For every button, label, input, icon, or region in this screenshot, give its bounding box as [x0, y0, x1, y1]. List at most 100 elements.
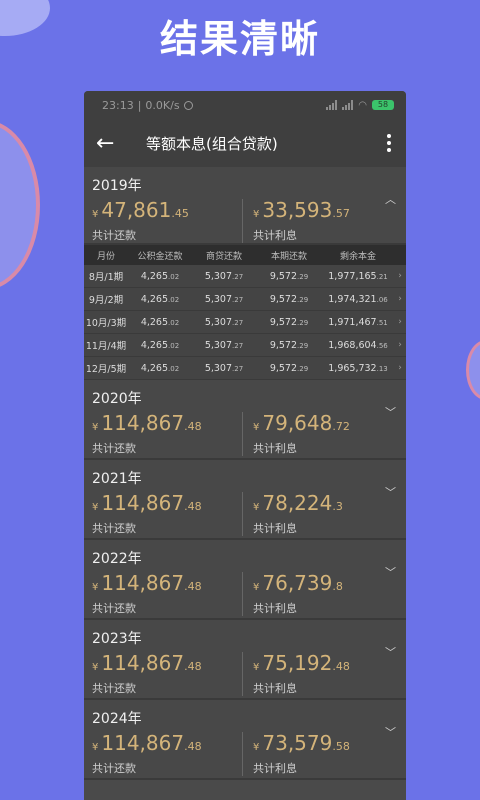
provident-fund-payment-integer: 4,265 [140, 362, 169, 374]
status-time: 23:13 [102, 98, 134, 112]
provident-fund-payment-integer: 4,265 [140, 316, 169, 328]
year-summary: ¥114,867.48 共计还款 ¥76,739.8 共计利息 [92, 572, 398, 616]
total-interest-amount: ¥79,648.72 [253, 412, 392, 439]
schedule-table-header: 月份 公积金还款 商贷还款 本期还款 剩余本金 [84, 245, 406, 265]
provident-fund-payment-decimal: .02 [168, 341, 180, 350]
period-payment: 9,572.29 [256, 271, 322, 282]
commercial-loan-payment-decimal: .27 [232, 341, 244, 350]
total-repayment-amount: ¥114,867.48 [92, 572, 242, 599]
total-repayment-label: 共计还款 [92, 442, 136, 455]
remaining-principal: 1,977,165.21 [322, 271, 394, 282]
remaining-principal-integer: 1,971,467 [328, 316, 377, 328]
year-card[interactable]: 2021年 ¥114,867.48 共计还款 ¥78,224.3 共计利息 ﹀ [84, 460, 406, 540]
provident-fund-payment: 4,265.02 [128, 294, 192, 305]
total-interest-amount: ¥73,579.58 [253, 732, 392, 759]
total-interest: ¥73,579.58 共计利息 [242, 732, 392, 776]
amount-integer: 114,867 [101, 491, 185, 515]
period-payment: 9,572.29 [256, 317, 322, 328]
total-interest-label: 共计利息 [253, 682, 297, 695]
period-payment-decimal: .29 [297, 364, 309, 373]
year-card[interactable]: 2023年 ¥114,867.48 共计还款 ¥75,192.48 共计利息 ﹀ [84, 620, 406, 700]
table-row[interactable]: 9月/2期 4,265.02 5,307.27 9,572.29 1,974,321.0… [84, 288, 406, 311]
currency-symbol: ¥ [92, 209, 99, 220]
total-repayment-amount: ¥114,867.48 [92, 412, 242, 439]
amount-decimal: .8 [332, 580, 343, 593]
total-interest-amount: ¥78,224.3 [253, 492, 392, 519]
period-payment-decimal: .29 [297, 295, 309, 304]
chevron-up-icon[interactable]: ︿ [385, 191, 396, 207]
commercial-loan-payment-integer: 5,307 [204, 293, 233, 305]
commercial-loan-payment: 5,307.27 [192, 271, 256, 282]
commercial-loan-payment-integer: 5,307 [204, 362, 233, 374]
total-repayment-label: 共计还款 [92, 682, 136, 695]
total-interest: ¥78,224.3 共计利息 [242, 492, 392, 536]
table-row[interactable]: 11月/4期 4,265.02 5,307.27 9,572.29 1,968,604.… [84, 334, 406, 357]
chevron-right-icon[interactable]: › [394, 340, 406, 350]
amount-decimal: .48 [184, 580, 202, 593]
total-repayment: ¥47,861.45 共计还款 [92, 199, 242, 243]
total-repayment-label: 共计还款 [92, 522, 136, 535]
commercial-loan-payment-decimal: .27 [232, 295, 244, 304]
provident-fund-payment-decimal: .02 [168, 318, 180, 327]
amount-decimal: .48 [332, 660, 350, 673]
year-card[interactable]: 2019年 ¥47,861.45 共计还款 ¥33,593.57 共计利息 ︿ [84, 167, 406, 245]
column-header: 剩余本金 [339, 251, 376, 262]
chevron-right-icon[interactable]: › [394, 294, 406, 304]
period-payment-integer: 9,572 [269, 339, 298, 351]
amount-integer: 114,867 [101, 651, 185, 675]
total-repayment: ¥114,867.48 共计还款 [92, 412, 242, 456]
chevron-right-icon[interactable]: › [394, 271, 406, 281]
commercial-loan-payment: 5,307.27 [192, 340, 256, 351]
column-header: 商贷还款 [205, 251, 242, 262]
total-repayment-label: 共计还款 [92, 602, 136, 615]
currency-symbol: ¥ [92, 662, 99, 673]
total-repayment-label: 共计还款 [92, 229, 136, 242]
year-card[interactable]: 2022年 ¥114,867.48 共计还款 ¥76,739.8 共计利息 ﹀ [84, 540, 406, 620]
total-repayment: ¥114,867.48 共计还款 [92, 572, 242, 616]
wifi-icon: ◠ [358, 99, 367, 111]
remaining-principal-decimal: .06 [376, 295, 388, 304]
period-payment: 9,572.29 [256, 294, 322, 305]
amount-integer: 114,867 [101, 411, 185, 435]
chevron-down-icon[interactable]: ﹀ [385, 484, 396, 500]
total-interest-amount: ¥75,192.48 [253, 652, 392, 679]
provident-fund-payment: 4,265.02 [128, 317, 192, 328]
row-month: 8月/1期 [88, 272, 124, 283]
commercial-loan-payment: 5,307.27 [192, 363, 256, 374]
signal-icon [326, 100, 338, 110]
chevron-right-icon[interactable]: › [394, 363, 406, 373]
commercial-loan-payment-decimal: .27 [232, 318, 244, 327]
remaining-principal: 1,971,467.51 [322, 317, 394, 328]
year-label: 2023年 [92, 631, 142, 647]
remaining-principal-decimal: .21 [376, 272, 388, 281]
currency-symbol: ¥ [253, 209, 260, 220]
amount-decimal: .45 [171, 207, 189, 220]
currency-symbol: ¥ [253, 582, 260, 593]
chevron-down-icon[interactable]: ﹀ [385, 564, 396, 580]
chevron-right-icon[interactable]: › [394, 317, 406, 327]
commercial-loan-payment-integer: 5,307 [204, 339, 233, 351]
table-row[interactable]: 10月/3期 4,265.02 5,307.27 9,572.29 1,971,467.… [84, 311, 406, 334]
screenshot-stage: 结果清晰 23:13 | 0.0K/s ◠ 58 ← 等额本息(组合贷款) 20… [0, 0, 480, 800]
table-row[interactable]: 12月/5期 4,265.02 5,307.27 9,572.29 1,965,732.… [84, 357, 406, 380]
period-payment: 9,572.29 [256, 363, 322, 374]
remaining-principal-integer: 1,977,165 [328, 270, 377, 282]
table-row[interactable]: 8月/1期 4,265.02 5,307.27 9,572.29 1,977,165.2… [84, 265, 406, 288]
more-vert-icon[interactable] [382, 134, 396, 152]
year-card[interactable]: 2024年 ¥114,867.48 共计还款 ¥73,579.58 共计利息 ﹀ [84, 700, 406, 780]
arrow-left-icon[interactable]: ← [96, 131, 124, 156]
total-interest: ¥75,192.48 共计利息 [242, 652, 392, 696]
currency-symbol: ¥ [253, 422, 260, 433]
total-repayment-amount: ¥114,867.48 [92, 652, 242, 679]
year-card[interactable]: 2020年 ¥114,867.48 共计还款 ¥79,648.72 共计利息 ﹀ [84, 380, 406, 460]
period-payment-integer: 9,572 [269, 270, 298, 282]
total-repayment-amount: ¥114,867.48 [92, 492, 242, 519]
remaining-principal-integer: 1,968,604 [328, 339, 377, 351]
chevron-down-icon[interactable]: ﹀ [385, 404, 396, 420]
year-summary: ¥114,867.48 共计还款 ¥79,648.72 共计利息 [92, 412, 398, 456]
chevron-down-icon[interactable]: ﹀ [385, 644, 396, 660]
total-repayment-amount: ¥114,867.48 [92, 732, 242, 759]
provident-fund-payment-integer: 4,265 [140, 339, 169, 351]
amount-integer: 78,224 [262, 491, 333, 515]
chevron-down-icon[interactable]: ﹀ [385, 724, 396, 740]
